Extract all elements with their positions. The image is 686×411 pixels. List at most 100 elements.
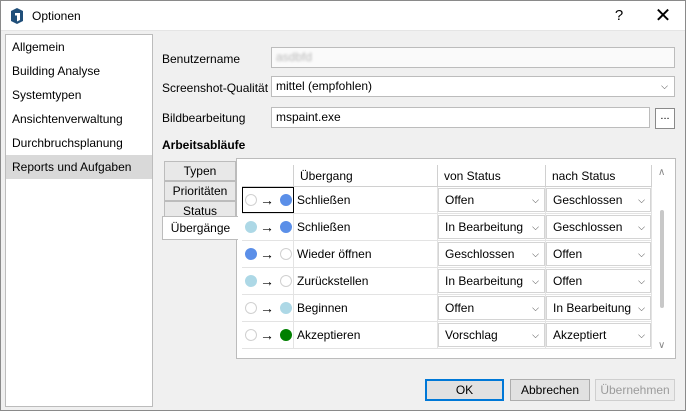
from-status-value: Vorschlag — [445, 328, 498, 342]
arrow-right-icon: → — [260, 327, 274, 343]
transitions-panel: Übergang von Status nach Status → Schließ… — [236, 158, 676, 359]
scrollbar-thumb[interactable] — [660, 210, 664, 308]
table-row[interactable]: → Schließen Offen ⌵ Geschlossen ⌵ — [242, 187, 652, 214]
title-bar: Optionen ? ✕ — [1, 1, 685, 31]
close-button[interactable]: ✕ — [641, 1, 685, 30]
transition-color-cell[interactable]: → — [242, 322, 294, 348]
sidebar-item-systemtypen[interactable]: Systemtypen — [6, 83, 152, 107]
screenshot-quality-select[interactable]: mittel (empfohlen) ⌵ — [271, 76, 675, 97]
transition-name-cell[interactable]: Schließen — [294, 187, 438, 213]
to-status-cell: Geschlossen ⌵ — [546, 214, 652, 240]
arrow-right-icon: → — [260, 219, 274, 235]
transition-name-cell[interactable]: Beginnen — [294, 295, 438, 321]
tab-prioritaeten[interactable]: Prioritäten — [164, 181, 236, 201]
scroll-down-icon[interactable]: ∨ — [658, 340, 665, 351]
transition-name-cell[interactable]: Zurückstellen — [294, 268, 438, 294]
chevron-down-icon: ⌵ — [638, 195, 645, 205]
to-status-select[interactable]: Geschlossen ⌵ — [546, 215, 651, 239]
screenshot-quality-label: Screenshot-Qualität — [162, 81, 269, 95]
from-status-value: In Bearbeitung — [445, 220, 524, 234]
from-status-select[interactable]: In Bearbeitung ⌵ — [438, 215, 545, 239]
column-header-color[interactable] — [242, 165, 294, 187]
table-row[interactable]: → Akzeptieren Vorschlag ⌵ Akzeptiert ⌵ — [242, 322, 652, 349]
column-header-uebergang[interactable]: Übergang — [294, 165, 438, 187]
from-status-color-icon — [245, 194, 257, 206]
from-status-select[interactable]: Geschlossen ⌵ — [438, 242, 545, 266]
arrow-right-icon: → — [260, 246, 274, 262]
chevron-down-icon: ⌵ — [638, 330, 645, 340]
image-editor-field[interactable]: mspaint.exe — [271, 107, 650, 128]
scroll-up-icon[interactable]: ∧ — [658, 167, 665, 178]
browse-button[interactable]: ... — [655, 108, 675, 129]
transition-name-cell[interactable]: Akzeptieren — [294, 322, 438, 348]
from-status-select[interactable]: Vorschlag ⌵ — [438, 323, 545, 347]
from-status-cell: In Bearbeitung ⌵ — [438, 214, 546, 240]
transition-color-cell[interactable]: → — [242, 241, 294, 267]
options-dialog: Optionen ? ✕ Allgemein Building Analyse … — [0, 0, 686, 411]
sidebar-item-ansichtenverwaltung[interactable]: Ansichtenverwaltung — [6, 107, 152, 131]
table-row[interactable]: → Zurückstellen In Bearbeitung ⌵ Offen ⌵ — [242, 268, 652, 295]
table-row[interactable]: → Beginnen Offen ⌵ In Bearbeitung ⌵ — [242, 295, 652, 322]
transition-name-cell[interactable]: Wieder öffnen — [294, 241, 438, 267]
transition-color-cell[interactable]: → — [242, 268, 294, 294]
from-status-color-icon — [245, 221, 257, 233]
transition-name-cell[interactable]: Schließen — [294, 214, 438, 240]
transition-color-cell[interactable]: → — [242, 187, 294, 213]
image-editor-value: mspaint.exe — [276, 110, 341, 124]
to-status-cell: Geschlossen ⌵ — [546, 187, 652, 213]
arrow-right-icon: → — [260, 300, 274, 316]
username-field[interactable]: asdbfd — [271, 47, 675, 68]
to-status-select[interactable]: In Bearbeitung ⌵ — [546, 296, 651, 320]
chevron-down-icon: ⌵ — [661, 81, 668, 91]
sidebar-item-building-analyse[interactable]: Building Analyse — [6, 59, 152, 83]
chevron-down-icon: ⌵ — [532, 276, 539, 286]
workflows-title: Arbeitsabläufe — [162, 138, 246, 152]
column-header-von-status[interactable]: von Status — [438, 165, 546, 187]
ok-button[interactable]: OK — [425, 379, 504, 401]
to-status-color-icon — [280, 248, 292, 260]
chevron-down-icon: ⌵ — [532, 222, 539, 232]
tab-typen[interactable]: Typen — [164, 161, 236, 181]
options-sidebar: Allgemein Building Analyse Systemtypen A… — [5, 34, 153, 407]
username-value: asdbfd — [276, 50, 313, 64]
to-status-value: Geschlossen — [553, 193, 623, 207]
vertical-scrollbar[interactable]: ∧ ∨ — [654, 165, 671, 355]
table-row[interactable]: → Wieder öffnen Geschlossen ⌵ Offen ⌵ — [242, 241, 652, 268]
to-status-select[interactable]: Geschlossen ⌵ — [546, 188, 651, 212]
tab-uebergaenge[interactable]: Übergänge — [162, 216, 238, 240]
from-status-value: Offen — [445, 301, 475, 315]
column-header-nach-status[interactable]: nach Status — [546, 165, 652, 187]
transition-color-cell[interactable]: → — [242, 214, 294, 240]
chevron-down-icon: ⌵ — [532, 249, 539, 259]
sidebar-item-allgemein[interactable]: Allgemein — [6, 35, 152, 59]
table-body: → Schließen Offen ⌵ Geschlossen ⌵ → Schließen In… — [242, 187, 652, 349]
help-button[interactable]: ? — [597, 1, 641, 30]
apply-button[interactable]: Übernehmen — [595, 379, 675, 401]
to-status-select[interactable]: Offen ⌵ — [546, 242, 651, 266]
from-status-color-icon — [245, 329, 257, 341]
to-status-color-icon — [280, 194, 292, 206]
from-status-select[interactable]: Offen ⌵ — [438, 296, 545, 320]
from-status-color-icon — [245, 302, 257, 314]
transition-color-cell[interactable]: → — [242, 295, 294, 321]
sidebar-item-reports-und-aufgaben[interactable]: Reports und Aufgaben — [6, 155, 152, 179]
to-status-select[interactable]: Offen ⌵ — [546, 269, 651, 293]
chevron-down-icon: ⌵ — [638, 222, 645, 232]
image-editor-label: Bildbearbeitung — [162, 111, 246, 125]
app-logo-icon — [11, 8, 23, 24]
arrow-right-icon: → — [260, 273, 274, 289]
to-status-value: Offen — [553, 247, 583, 261]
from-status-value: In Bearbeitung — [445, 274, 524, 288]
to-status-select[interactable]: Akzeptiert ⌵ — [546, 323, 651, 347]
to-status-cell: Offen ⌵ — [546, 241, 652, 267]
table-row[interactable]: → Schließen In Bearbeitung ⌵ Geschlossen ⌵ — [242, 214, 652, 241]
from-status-cell: Geschlossen ⌵ — [438, 241, 546, 267]
from-status-select[interactable]: Offen ⌵ — [438, 188, 545, 212]
to-status-value: In Bearbeitung — [553, 301, 632, 315]
sidebar-item-durchbruchsplanung[interactable]: Durchbruchsplanung — [6, 131, 152, 155]
to-status-color-icon — [280, 302, 292, 314]
cancel-button[interactable]: Abbrechen — [510, 379, 590, 401]
arrow-right-icon: → — [260, 192, 274, 208]
from-status-select[interactable]: In Bearbeitung ⌵ — [438, 269, 545, 293]
to-status-cell: Offen ⌵ — [546, 268, 652, 294]
